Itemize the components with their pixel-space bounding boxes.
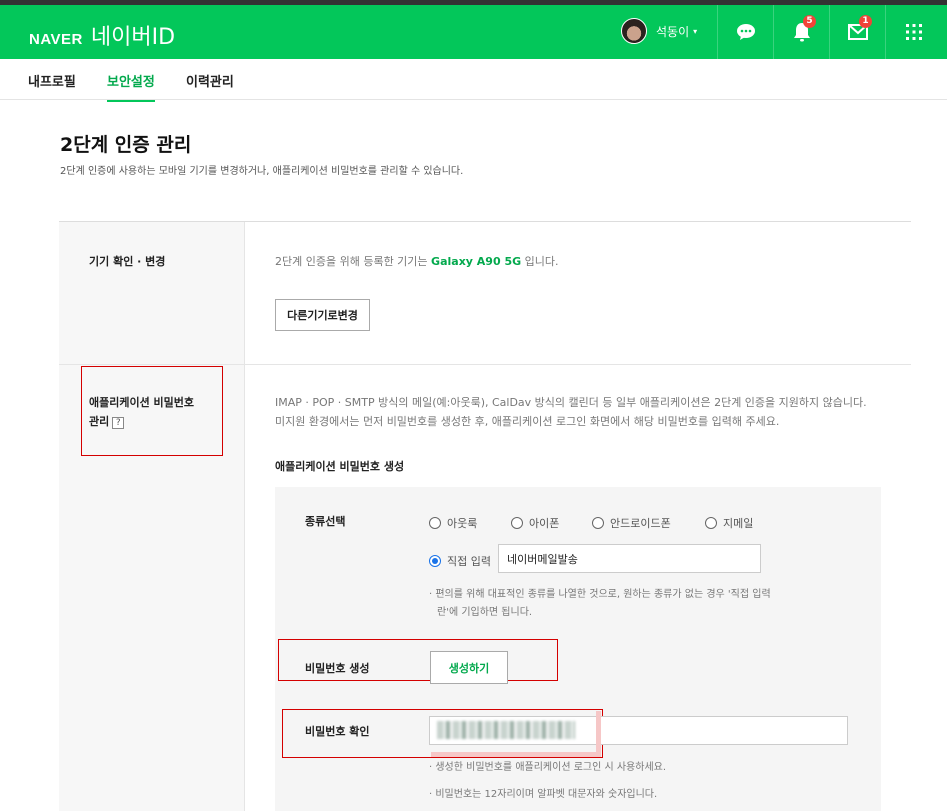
app-password-label-line2: 관리 <box>89 415 110 428</box>
device-label: 기기 확인 · 변경 <box>89 255 166 268</box>
avatar <box>621 18 647 44</box>
tab-bar: 내프로필 보안설정 이력관리 <box>0 59 947 102</box>
radio-outlook-label: 아웃룩 <box>447 517 478 530</box>
type-select-label: 종류선택 <box>305 515 346 528</box>
app-password-label-line1: 애플리케이션 비밀번호 <box>89 396 195 409</box>
radio-outlook[interactable]: 아웃룩 <box>429 515 477 531</box>
radio-iphone[interactable]: 아이폰 <box>511 515 559 531</box>
device-text-before: 2단계 인증을 위해 등록한 기기는 <box>275 255 432 268</box>
type-note-line1: · 편의를 위해 대표적인 종류를 나열한 것으로, 원하는 종류가 없는 경우… <box>429 589 771 600</box>
type-note: · 편의를 위해 대표적인 종류를 나열한 것으로, 원하는 종류가 없는 경우… <box>429 586 771 622</box>
type-note-line2: 란'에 기입하면 됩니다. <box>437 607 533 618</box>
naver-id-logo[interactable]: NAVER 네이버ID <box>29 19 175 51</box>
brand-product: 네이버ID <box>90 25 176 50</box>
tab-history[interactable]: 이력관리 <box>186 71 234 100</box>
radio-direct-circle <box>429 555 441 567</box>
radio-direct-label: 직접 입력 <box>447 555 491 568</box>
device-text-after: 입니다. <box>521 255 559 268</box>
mail-badge: 1 <box>859 15 872 28</box>
talk-icon <box>736 24 755 40</box>
note-usage: · 생성한 비밀번호를 애플리케이션 로그인 시 사용하세요. <box>429 762 667 773</box>
tab-my-profile[interactable]: 내프로필 <box>28 71 76 100</box>
talk-button[interactable] <box>717 5 773 59</box>
page-title: 2단계 인증 관리 <box>60 134 192 156</box>
brand-naver: NAVER <box>29 31 83 48</box>
app-password-info-line1: IMAP · POP · SMTP 방식의 메일(예:아웃룩), CalDav … <box>275 396 867 409</box>
chevron-down-icon: ▾ <box>693 26 698 36</box>
note-format: · 비밀번호는 12자리이며 알파벳 대문자와 숫자입니다. <box>429 789 658 800</box>
radio-outlook-circle <box>429 517 441 529</box>
app-password-label: 애플리케이션 비밀번호 관리? <box>89 393 194 431</box>
generate-button[interactable]: 생성하기 <box>430 651 508 684</box>
label-column <box>59 222 245 811</box>
header-bar: NAVER 네이버ID 석동이 ▾ 5 1 <box>0 5 947 59</box>
radio-android-circle <box>592 517 604 529</box>
change-device-button[interactable]: 다른기기로변경 <box>275 299 370 331</box>
generate-label: 비밀번호 생성 <box>305 662 370 675</box>
radio-direct-input[interactable]: 직접 입력 <box>429 553 491 569</box>
tab-security-settings[interactable]: 보안설정 <box>107 71 155 102</box>
blur-edge <box>596 711 601 757</box>
confirm-label: 비밀번호 확인 <box>305 725 370 738</box>
page-description: 2단계 인증에 사용하는 모바일 기기를 변경하거나, 애플리케이션 비밀번호를… <box>60 166 464 177</box>
radio-iphone-label: 아이폰 <box>529 517 560 530</box>
radio-gmail-circle <box>705 517 717 529</box>
user-menu[interactable]: 석동이 ▾ <box>621 18 697 44</box>
generate-heading: 애플리케이션 비밀번호 생성 <box>275 460 405 473</box>
radio-gmail[interactable]: 지메일 <box>705 515 753 531</box>
apps-grid-icon <box>905 24 922 40</box>
settings-panel: 기기 확인 · 변경 2단계 인증을 위해 등록한 기기는 Galaxy A90… <box>59 221 911 811</box>
mail-button[interactable]: 1 <box>829 5 885 59</box>
direct-input-field[interactable]: 네이버메일발송 <box>498 544 761 573</box>
obscured-password <box>437 721 575 739</box>
radio-android-label: 안드로이드폰 <box>610 517 671 530</box>
device-info: 2단계 인증을 위해 등록한 기기는 Galaxy A90 5G 입니다. <box>275 252 558 271</box>
notification-button[interactable]: 5 <box>773 5 829 59</box>
radio-gmail-label: 지메일 <box>723 517 754 530</box>
apps-button[interactable] <box>885 5 941 59</box>
user-name: 석동이 <box>656 24 690 39</box>
blur-edge-bottom <box>431 752 601 757</box>
help-icon[interactable]: ? <box>112 417 125 429</box>
radio-iphone-circle <box>511 517 523 529</box>
radio-android[interactable]: 안드로이드폰 <box>592 515 671 531</box>
notification-badge: 5 <box>803 15 816 28</box>
row-divider <box>59 364 911 365</box>
device-name: Galaxy A90 5G <box>431 255 522 268</box>
app-password-info-line2: 미지원 환경에서는 먼저 비밀번호를 생성한 후, 애플리케이션 로그인 화면에… <box>275 415 780 428</box>
